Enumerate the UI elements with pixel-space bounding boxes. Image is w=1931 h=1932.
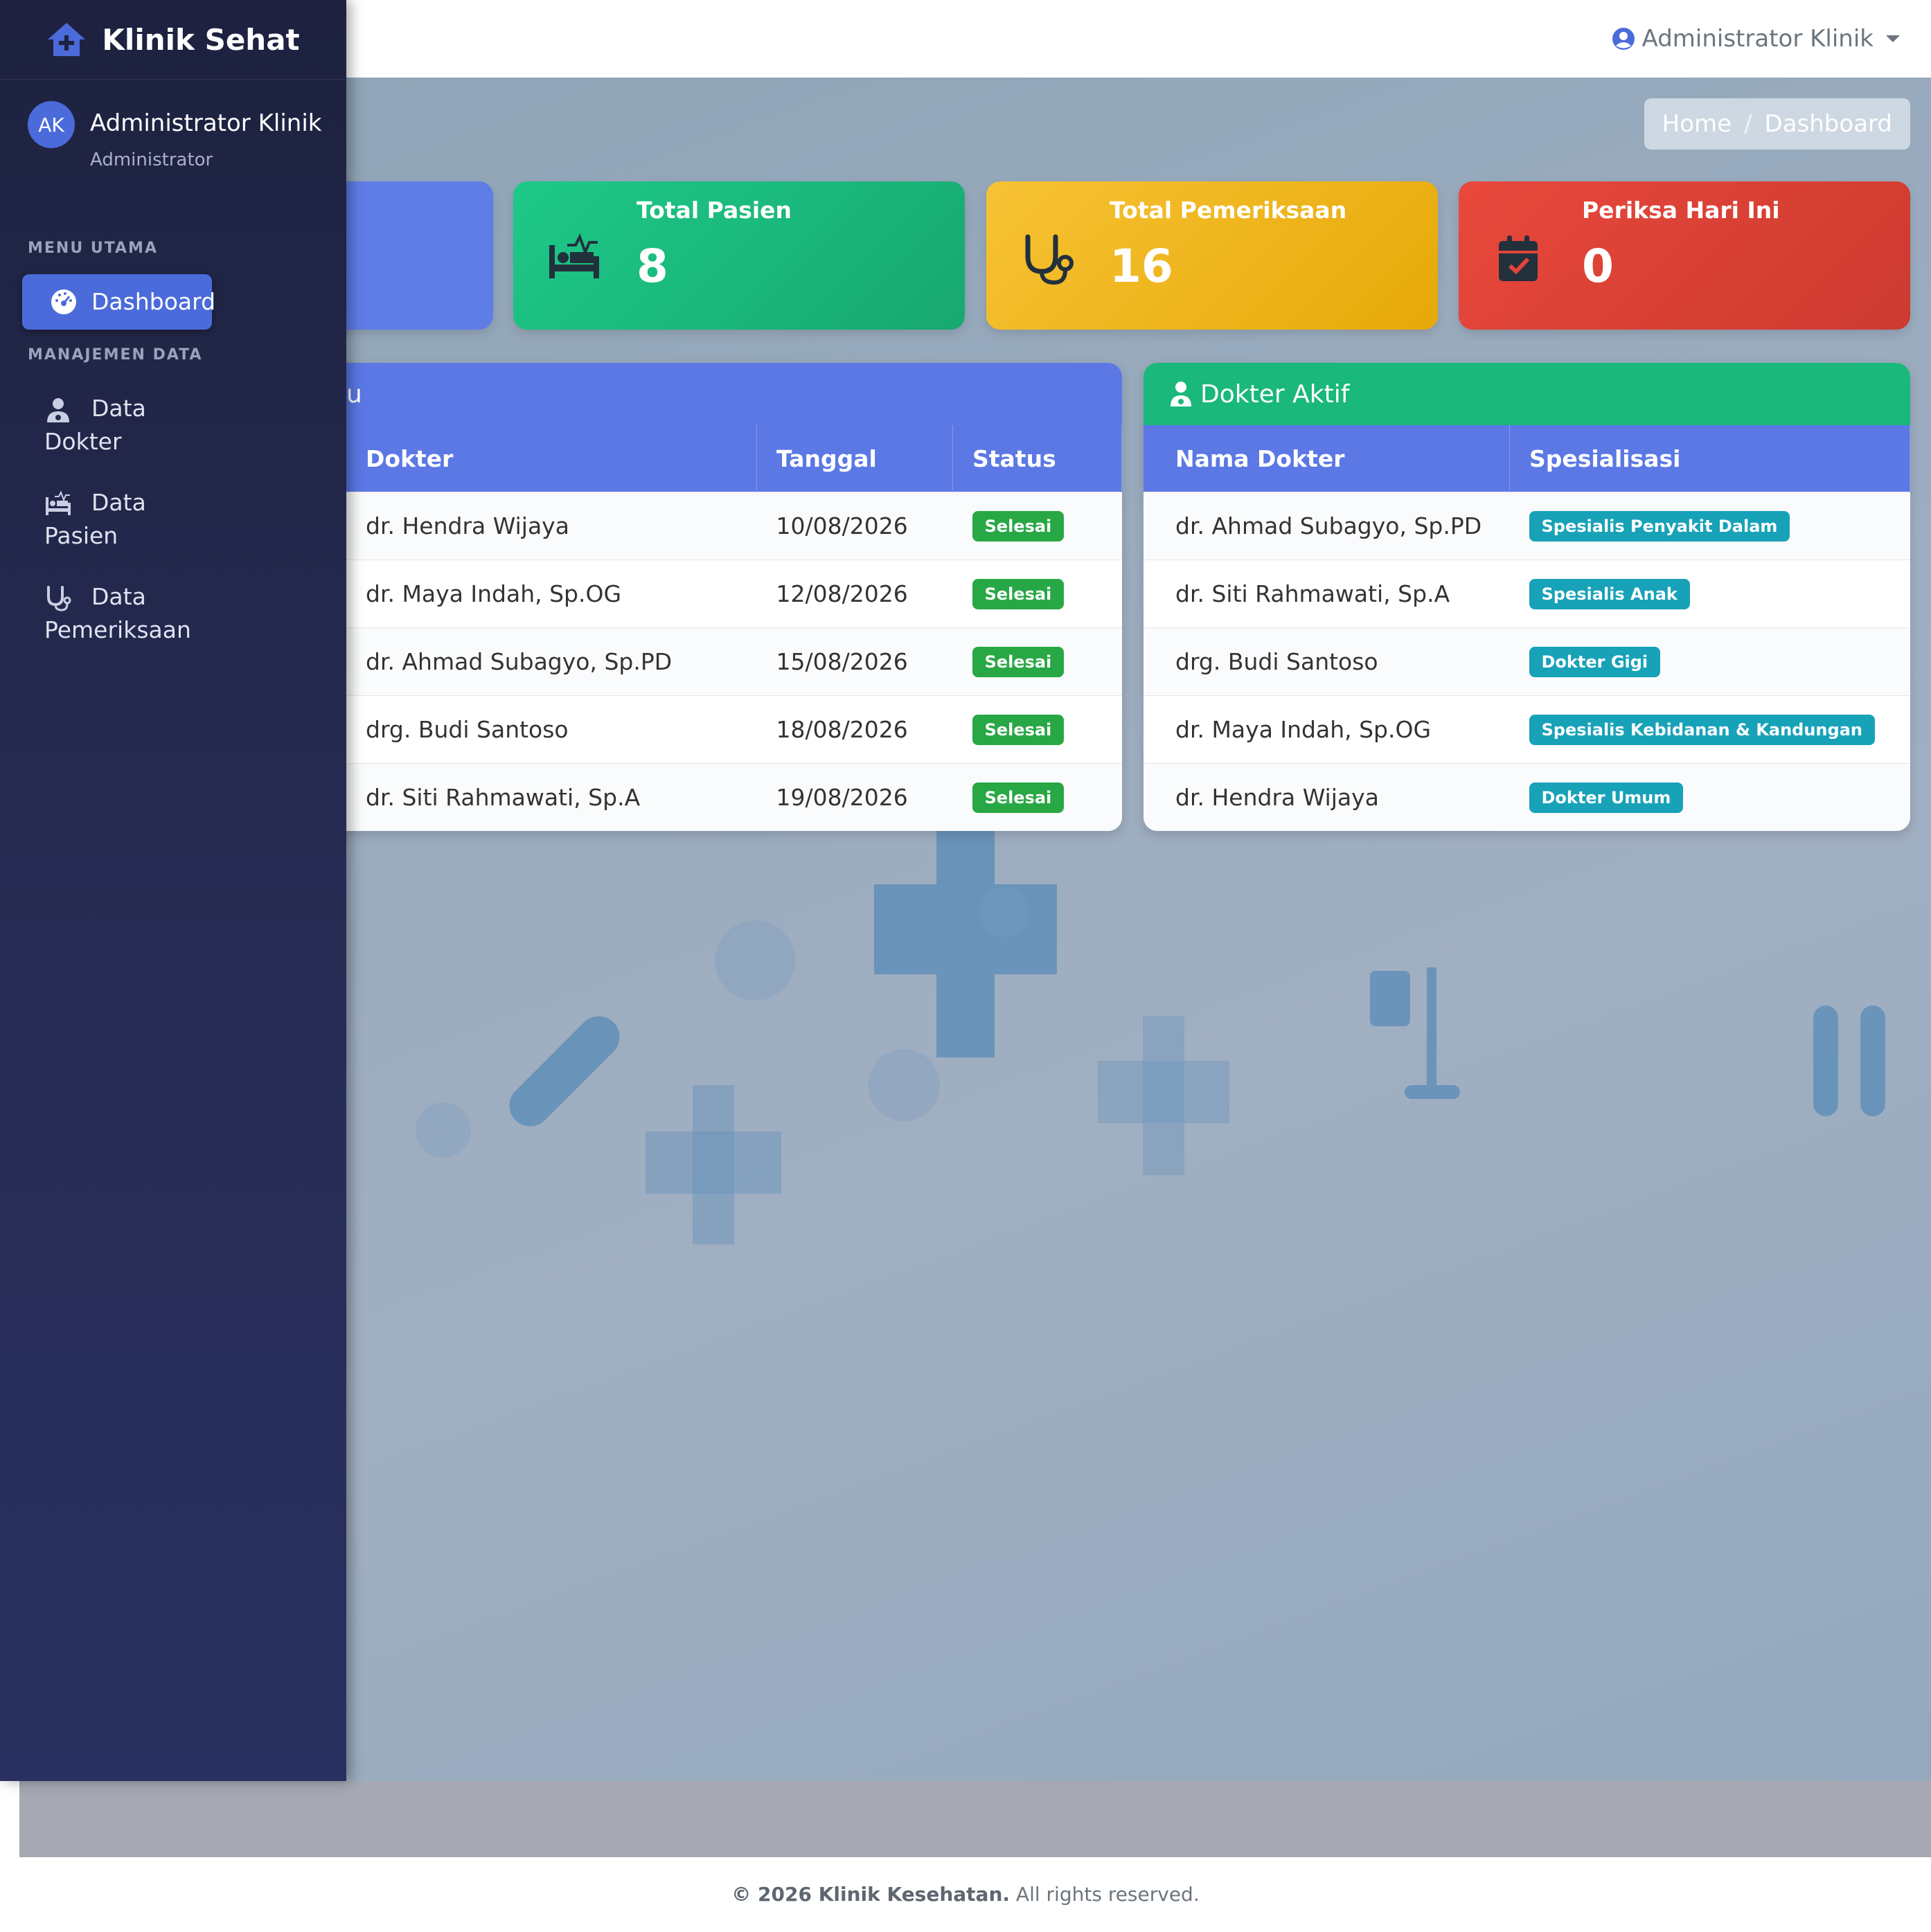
menu-header-data: MANAJEMEN DATA <box>28 346 203 364</box>
status-badge: Selesai <box>972 647 1065 677</box>
clinic-home-icon <box>48 23 86 56</box>
menu-header-main: MENU UTAMA <box>28 240 158 257</box>
user-circle-icon <box>1612 28 1635 50</box>
brand-name: Klinik Sehat <box>102 22 300 57</box>
cell-tanggal: 18/08/2026 <box>756 695 953 764</box>
breadcrumb: Home / Dashboard <box>1644 98 1910 150</box>
sidebar-item-data-dokter[interactable]: Data Dokter <box>44 392 146 458</box>
patient-bed-icon <box>549 233 599 278</box>
status-badge: Selesai <box>972 782 1065 813</box>
specialty-badge: Dokter Umum <box>1529 782 1684 813</box>
calendar-check-icon <box>1499 235 1538 281</box>
patient-bed-icon <box>46 490 71 515</box>
stat-value: 0 <box>1582 240 1614 293</box>
cell-nama-dokter: dr. Maya Indah, Sp.OG <box>1144 695 1510 764</box>
active-doctors-panel: Dokter Aktif Nama Dokter Spesialisasi dr… <box>1144 363 1910 831</box>
sidebar-item-label: Dokter <box>44 428 122 455</box>
active-doctors-table: Nama Dokter Spesialisasi dr. Ahmad Subag… <box>1144 425 1910 831</box>
avatar: AK <box>28 101 75 148</box>
cell-spesialisasi: Spesialis Penyakit Dalam <box>1509 492 1910 560</box>
status-badge: Selesai <box>972 715 1065 745</box>
cell-status: Selesai <box>952 763 1122 831</box>
panel-title: Dokter Aktif <box>1200 379 1350 409</box>
sidebar-item-label: Pasien <box>44 522 118 549</box>
cell-spesialisasi: Spesialis Kebidanan & Kandungan <box>1509 695 1910 764</box>
content-bottom-strip <box>19 1781 1931 1857</box>
doctor-icon <box>47 398 69 422</box>
sidebar-item-data-pasien[interactable]: Data Pasien <box>44 486 146 553</box>
cell-nama-dokter: dr. Siti Rahmawati, Sp.A <box>1144 560 1510 628</box>
cell-tanggal: 19/08/2026 <box>756 763 953 831</box>
breadcrumb-separator: / <box>1744 110 1752 138</box>
user-role: Administrator <box>90 150 213 170</box>
sidebar-item-label: Dashboard <box>91 288 216 315</box>
cell-tanggal: 15/08/2026 <box>756 627 953 696</box>
column-header-tanggal[interactable]: Tanggal <box>756 425 953 492</box>
cell-status: Selesai <box>952 492 1122 560</box>
cell-nama-dokter: dr. Hendra Wijaya <box>1144 763 1510 831</box>
footer-brand: © 2026 Klinik Kesehatan. <box>731 1883 1011 1906</box>
breadcrumb-current: Dashboard <box>1764 110 1892 138</box>
specialty-badge: Spesialis Penyakit Dalam <box>1529 511 1790 542</box>
column-header-spesialisasi[interactable]: Spesialisasi <box>1509 425 1910 492</box>
stethoscope-icon <box>47 586 71 611</box>
navbar-user-dropdown[interactable]: Administrator Klinik <box>1612 21 1900 57</box>
specialty-badge: Dokter Gigi <box>1529 647 1661 677</box>
table-row: dr. Ahmad Subagyo, Sp.PD Spesialis Penya… <box>1144 492 1910 560</box>
sidebar-item-data-pemeriksaan[interactable]: Data Pemeriksaan <box>44 580 191 647</box>
navbar-user-name: Administrator Klinik <box>1641 25 1874 53</box>
table-row: drg. Budi Santoso Dokter Gigi <box>1144 627 1910 696</box>
stat-value: 16 <box>1110 240 1173 293</box>
doctor-icon <box>1171 382 1191 406</box>
chevron-down-icon <box>1886 35 1900 42</box>
cell-tanggal: 12/08/2026 <box>756 560 953 628</box>
cell-status: Selesai <box>952 695 1122 764</box>
specialty-badge: Spesialis Anak <box>1529 579 1690 609</box>
cell-spesialisasi: Dokter Gigi <box>1509 627 1910 696</box>
cell-status: Selesai <box>952 560 1122 628</box>
brand-logo[interactable]: Klinik Sehat <box>0 0 346 80</box>
breadcrumb-home-link[interactable]: Home <box>1662 110 1732 138</box>
cell-spesialisasi: Spesialis Anak <box>1509 560 1910 628</box>
table-header-row: Nama Dokter Spesialisasi <box>1144 425 1910 492</box>
stat-card-periksa-hari-ini[interactable]: Periksa Hari Ini 0 <box>1459 181 1910 330</box>
cell-tanggal: 10/08/2026 <box>756 492 953 560</box>
stat-card-total-pasien[interactable]: Total Pasien 8 <box>513 181 965 330</box>
column-header-nama-dokter[interactable]: Nama Dokter <box>1144 425 1510 492</box>
status-badge: Selesai <box>972 579 1065 609</box>
column-header-status[interactable]: Status <box>952 425 1122 492</box>
stat-title: Total Pasien <box>637 197 792 224</box>
cell-spesialisasi: Dokter Umum <box>1509 763 1910 831</box>
stat-title: Periksa Hari Ini <box>1582 197 1780 224</box>
sidebar-item-label: Pemeriksaan <box>44 616 191 643</box>
status-badge: Selesai <box>972 511 1065 542</box>
user-name: Administrator Klinik <box>90 109 322 137</box>
stat-title: Total Pemeriksaan <box>1110 197 1347 224</box>
table-row: dr. Maya Indah, Sp.OG Spesialis Kebidana… <box>1144 695 1910 764</box>
stat-value: 8 <box>637 240 668 293</box>
specialty-badge: Spesialis Kebidanan & Kandungan <box>1529 715 1875 745</box>
stat-card-total-pemeriksaan[interactable]: Total Pemeriksaan 16 <box>986 181 1438 330</box>
panel-header: Dokter Aktif <box>1144 363 1910 425</box>
table-row: dr. Hendra Wijaya Dokter Umum <box>1144 763 1910 831</box>
stethoscope-icon <box>1025 234 1074 285</box>
cell-nama-dokter: drg. Budi Santoso <box>1144 627 1510 696</box>
sidebar-item-dashboard[interactable]: Dashboard <box>22 274 216 330</box>
cell-nama-dokter: dr. Ahmad Subagyo, Sp.PD <box>1144 492 1510 560</box>
cell-status: Selesai <box>952 627 1122 696</box>
table-row: dr. Siti Rahmawati, Sp.A Spesialis Anak <box>1144 560 1910 628</box>
dashboard-gauge-icon <box>51 289 76 314</box>
footer: © 2026 Klinik Kesehatan. All rights rese… <box>0 1857 1931 1932</box>
sidebar: Klinik Sehat AK Administrator Klinik Adm… <box>0 0 346 1781</box>
panel-title: u <box>346 379 362 409</box>
footer-text: All rights reserved. <box>1015 1883 1200 1906</box>
